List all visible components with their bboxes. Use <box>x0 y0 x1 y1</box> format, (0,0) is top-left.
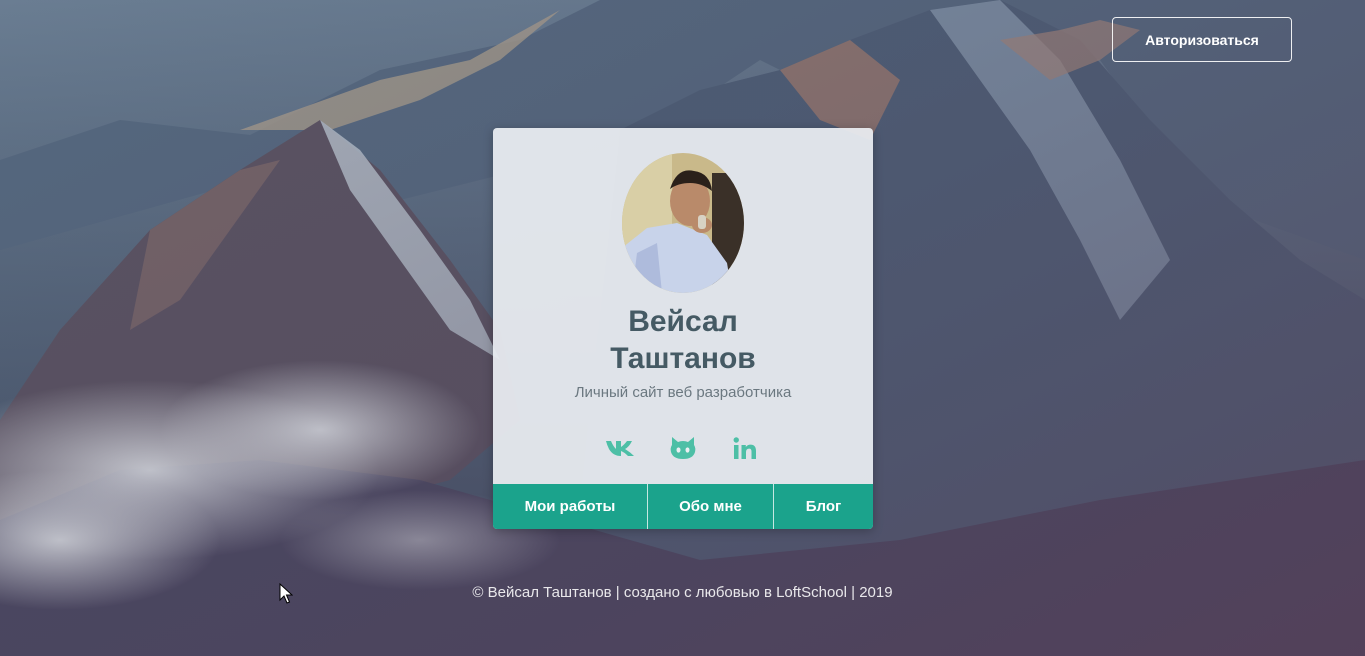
profile-subtitle: Личный сайт веб разработчика <box>574 384 792 401</box>
nav-blog[interactable]: Блог <box>774 484 873 529</box>
github-link[interactable] <box>667 433 699 463</box>
profile-name: Вейсал Таштанов <box>493 303 873 377</box>
vk-icon <box>606 441 634 456</box>
social-links <box>493 433 873 463</box>
page: Авторизоваться Вейсал Таштанов Личный са… <box>0 0 1365 656</box>
linkedin-link[interactable] <box>729 433 761 463</box>
authorize-button[interactable]: Авторизоваться <box>1112 17 1292 62</box>
profile-card: Вейсал Таштанов Личный сайт веб разработ… <box>493 128 873 529</box>
vk-link[interactable] <box>605 433 637 463</box>
avatar <box>622 153 744 293</box>
nav-my-works[interactable]: Мои работы <box>493 484 648 529</box>
linkedin-icon <box>733 437 756 459</box>
mouse-cursor-icon <box>279 583 293 604</box>
github-icon <box>670 437 696 459</box>
footer-copyright: © Вейсал Таштанов | создано с любовью в … <box>472 584 893 601</box>
nav-about-me[interactable]: Обо мне <box>648 484 774 529</box>
profile-name-line2: Таштанов <box>610 342 756 375</box>
card-nav: Мои работы Обо мне Блог <box>493 484 873 529</box>
profile-name-line1: Вейсал <box>628 305 738 338</box>
avatar-photo <box>622 153 744 293</box>
